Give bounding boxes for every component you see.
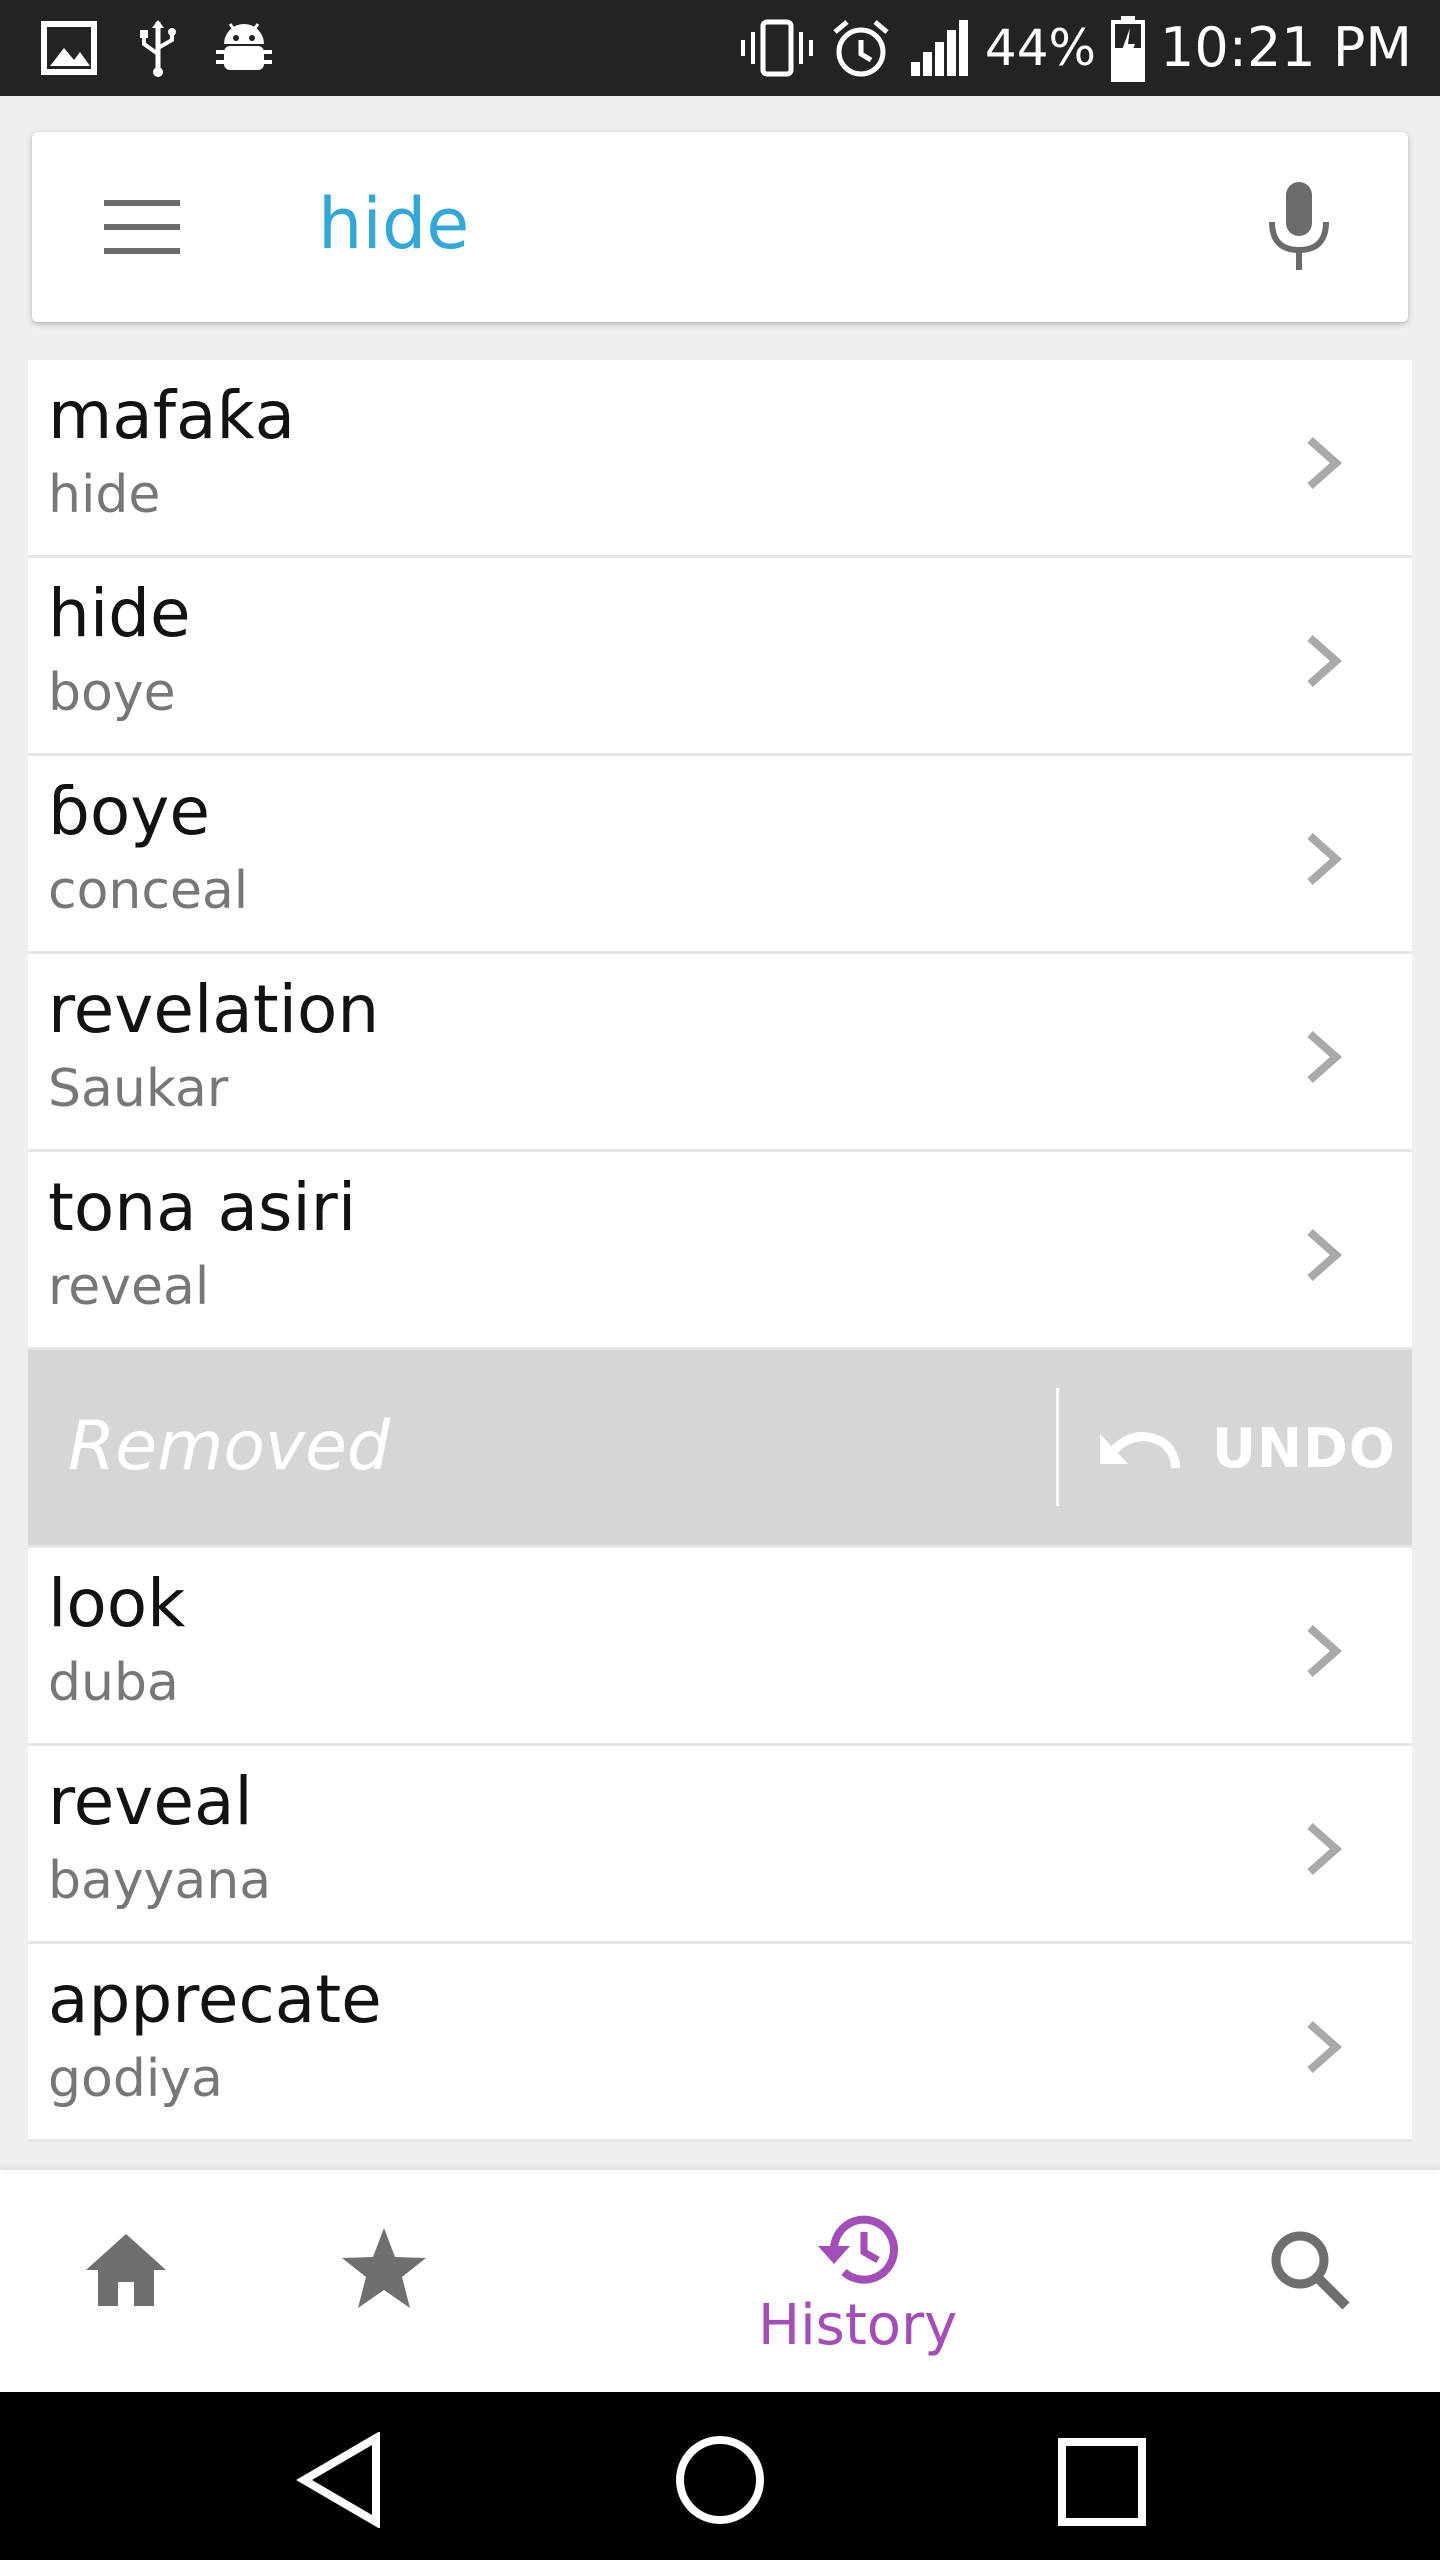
- search-bar[interactable]: hide: [32, 132, 1408, 322]
- item-title: tona asiri: [48, 1169, 357, 1246]
- chevron-right-icon: [1307, 1625, 1343, 1677]
- list-item[interactable]: hide boye: [28, 558, 1412, 756]
- list-item[interactable]: look duba: [28, 1548, 1412, 1746]
- microphone-icon[interactable]: [1264, 182, 1334, 272]
- status-right-icons: 44% 10:21 PM: [739, 10, 1412, 86]
- history-icon: [817, 2215, 898, 2284]
- image-icon: [41, 21, 97, 75]
- nav-search[interactable]: [1268, 2228, 1352, 2312]
- android-debug-icon: [216, 23, 272, 70]
- undo-divider: [1056, 1388, 1059, 1506]
- star-icon: [342, 2228, 426, 2308]
- item-subtitle: bayyana: [48, 1851, 272, 1911]
- clock: 10:21 PM: [1160, 16, 1412, 79]
- chevron-right-icon: [1307, 437, 1343, 489]
- battery-charging-icon: [1111, 16, 1146, 82]
- chevron-right-icon: [1307, 2021, 1343, 2073]
- item-subtitle: duba: [48, 1653, 179, 1713]
- chevron-right-icon: [1307, 1823, 1343, 1875]
- item-subtitle: boye: [48, 663, 176, 723]
- nav-history-label: History: [758, 2293, 958, 2358]
- item-title: reveal: [48, 1763, 253, 1840]
- chevron-right-icon: [1307, 833, 1343, 885]
- undo-label: UNDO: [1212, 1416, 1396, 1480]
- battery-percent: 44%: [984, 19, 1097, 77]
- signal-icon: [910, 20, 968, 76]
- home-icon: [86, 2234, 166, 2306]
- list-item[interactable]: ɓoye conceal: [28, 756, 1412, 954]
- nav-favorites[interactable]: [340, 2226, 428, 2310]
- usb-icon: [140, 20, 176, 77]
- list-item[interactable]: apprecate godiya: [28, 1944, 1412, 2142]
- chevron-right-icon: [1307, 635, 1343, 687]
- item-title: look: [48, 1565, 186, 1642]
- item-title: ɓoye: [48, 773, 210, 850]
- vibrate-icon: [740, 19, 813, 77]
- item-subtitle: Saukar: [48, 1059, 229, 1119]
- list-item[interactable]: tona asiri reveal: [28, 1152, 1412, 1350]
- item-subtitle: conceal: [48, 861, 249, 921]
- removed-snackbar: Removed UNDO: [28, 1350, 1412, 1548]
- status-bar: 44% 10:21 PM: [0, 0, 1440, 96]
- item-title: revelation: [48, 971, 380, 1048]
- home-button-icon[interactable]: [674, 2434, 766, 2526]
- status-left-icons: [40, 18, 272, 78]
- chevron-right-icon: [1307, 1031, 1343, 1083]
- search-icon: [1271, 2231, 1350, 2310]
- list-item[interactable]: revelation Saukar: [28, 954, 1412, 1152]
- back-icon[interactable]: [296, 2432, 384, 2528]
- nav-home[interactable]: [82, 2230, 170, 2310]
- chevron-right-icon: [1307, 1229, 1343, 1281]
- removed-label: Removed: [68, 1407, 391, 1486]
- undo-button[interactable]: UNDO: [1096, 1388, 1396, 1508]
- nav-history[interactable]: History: [758, 2210, 957, 2359]
- recent-apps-icon[interactable]: [1058, 2438, 1146, 2526]
- search-query[interactable]: hide: [318, 182, 469, 266]
- bottom-navigation: History: [0, 2170, 1440, 2392]
- list-item[interactable]: reveal bayyana: [28, 1746, 1412, 1944]
- undo-icon: [1100, 1432, 1180, 1469]
- item-title: mafaƙa: [48, 377, 296, 454]
- list-item[interactable]: mafaƙa hide: [28, 360, 1412, 558]
- history-list: mafaƙa hide hide boye ɓoye conceal revel…: [28, 360, 1412, 2142]
- hamburger-menu-icon[interactable]: [104, 200, 180, 256]
- item-title: hide: [48, 575, 191, 652]
- item-subtitle: godiya: [48, 2049, 223, 2109]
- alarm-icon: [833, 20, 889, 77]
- item-title: apprecate: [48, 1961, 382, 2038]
- item-subtitle: reveal: [48, 1257, 210, 1317]
- item-subtitle: hide: [48, 465, 161, 525]
- system-navigation-bar: [0, 2392, 1440, 2560]
